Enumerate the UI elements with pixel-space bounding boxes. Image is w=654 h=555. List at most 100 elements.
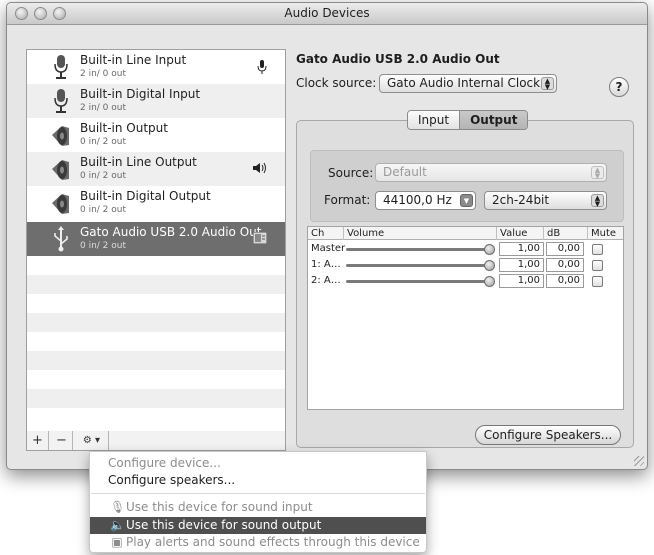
column-header-value[interactable]: Value bbox=[497, 227, 544, 240]
device-io: 0 in/ 2 out bbox=[80, 205, 127, 215]
mute-checkbox[interactable] bbox=[592, 276, 603, 287]
source-label: Source: bbox=[328, 166, 374, 180]
speaker-icon: 🔈 bbox=[110, 518, 125, 532]
add-device-button[interactable]: + bbox=[27, 431, 49, 450]
device-name: Built-in Digital Output bbox=[80, 189, 211, 203]
clock-source-value: Gato Audio Internal Clock bbox=[387, 76, 541, 90]
device-name: Gato Audio USB 2.0 Audio Out bbox=[80, 225, 262, 239]
db-field[interactable]: 0,00 bbox=[546, 274, 584, 288]
mute-checkbox[interactable] bbox=[592, 244, 603, 255]
value-field[interactable]: 1,00 bbox=[499, 274, 544, 288]
menu-item-label: Use this device for sound output bbox=[126, 518, 322, 532]
speaker-icon bbox=[52, 160, 69, 180]
device-name: Built-in Output bbox=[80, 121, 168, 135]
microphone-icon: 🎙 bbox=[110, 500, 126, 514]
popup-arrows-icon: ▲ ▼ bbox=[541, 77, 554, 91]
list-row-empty bbox=[27, 332, 285, 351]
menu-item-use-for-output[interactable]: 🔈Use this device for sound output bbox=[90, 517, 426, 534]
mic-input-icon bbox=[257, 60, 267, 74]
channel-name: Master bbox=[311, 243, 346, 254]
channel-name: 1: A… bbox=[311, 259, 341, 270]
remove-device-button[interactable]: − bbox=[51, 431, 73, 450]
format-rate-combo[interactable]: 44100,0 Hz ▼ bbox=[375, 191, 476, 210]
device-io: 0 in/ 2 out bbox=[80, 137, 127, 147]
volume-slider-knob[interactable] bbox=[484, 244, 495, 255]
clock-source-popup[interactable]: Gato Audio Internal Clock ▲ ▼ bbox=[379, 74, 557, 93]
table-row: 2: A… 1,00 0,00 bbox=[308, 274, 623, 289]
list-row-empty bbox=[27, 408, 285, 427]
device-io: 2 in/ 0 out bbox=[80, 69, 127, 79]
list-row-empty bbox=[27, 370, 285, 389]
mute-checkbox[interactable] bbox=[592, 260, 603, 271]
clock-source-label: Clock source: bbox=[296, 76, 377, 90]
alert-icon: ▣ bbox=[111, 535, 123, 549]
title-bar[interactable]: Audio Devices bbox=[7, 3, 647, 25]
volume-slider[interactable] bbox=[346, 280, 492, 283]
device-list[interactable]: Built-in Line Input 2 in/ 0 out Built-in… bbox=[26, 49, 286, 437]
column-header-volume[interactable]: Volume bbox=[344, 227, 497, 240]
usb-icon bbox=[54, 226, 68, 252]
value-field[interactable]: 1,00 bbox=[499, 258, 544, 272]
source-popup[interactable]: Default ▲ ▼ bbox=[375, 163, 607, 182]
tab-input[interactable]: Input bbox=[408, 111, 460, 129]
device-row-built-in-digital-input[interactable]: Built-in Digital Input 2 in/ 0 out bbox=[27, 84, 285, 118]
device-name: Built-in Line Output bbox=[80, 155, 197, 169]
device-name: Built-in Line Input bbox=[80, 53, 187, 67]
speaker-icon bbox=[52, 194, 69, 214]
popup-arrows-icon: ▲ ▼ bbox=[591, 194, 604, 208]
menu-separator bbox=[91, 493, 425, 494]
value-field[interactable]: 1,00 bbox=[499, 242, 544, 256]
menu-item-label: Play alerts and sound effects through th… bbox=[126, 535, 420, 549]
volume-slider[interactable] bbox=[346, 264, 492, 267]
table-header: Ch Volume Value dB Mute bbox=[308, 227, 623, 240]
window-title: Audio Devices bbox=[284, 6, 370, 20]
device-row-built-in-output[interactable]: Built-in Output 0 in/ 2 out bbox=[27, 118, 285, 152]
source-value: Default bbox=[383, 165, 427, 179]
microphone-icon bbox=[54, 55, 68, 79]
channel-volume-table: Ch Volume Value dB Mute Master 1,00 0,00… bbox=[307, 226, 624, 410]
device-row-built-in-line-output[interactable]: Built-in Line Output 0 in/ 2 out bbox=[27, 152, 285, 186]
configure-speakers-button[interactable]: Configure Speakers... bbox=[475, 425, 621, 445]
menu-item-label: Use this device for sound input bbox=[126, 500, 313, 514]
device-io: 2 in/ 0 out bbox=[80, 103, 127, 113]
tab-output[interactable]: Output bbox=[459, 111, 528, 129]
menu-item-configure-speakers[interactable]: Configure speakers... bbox=[90, 472, 426, 489]
device-io: 0 in/ 2 out bbox=[80, 171, 127, 181]
resize-grip[interactable] bbox=[634, 456, 644, 466]
channel-name: 2: A… bbox=[311, 275, 341, 286]
format-group bbox=[310, 150, 624, 222]
menu-item-use-for-input[interactable]: 🎙Use this device for sound input bbox=[90, 499, 426, 516]
input-output-tabs[interactable]: Input Output bbox=[407, 110, 529, 130]
column-header-ch[interactable]: Ch bbox=[308, 227, 344, 240]
device-io: 0 in/ 2 out bbox=[80, 241, 127, 251]
popup-arrows-icon: ▲ ▼ bbox=[591, 166, 604, 180]
column-header-mute[interactable]: Mute bbox=[588, 227, 623, 240]
menu-item-configure-device[interactable]: Configure device... bbox=[90, 455, 426, 472]
list-row-empty bbox=[27, 389, 285, 408]
device-action-menu: Configure device... Configure speakers..… bbox=[89, 451, 427, 553]
help-button[interactable]: ? bbox=[609, 77, 629, 97]
list-row-empty bbox=[27, 294, 285, 313]
table-row: Master 1,00 0,00 bbox=[308, 242, 623, 257]
db-field[interactable]: 0,00 bbox=[546, 242, 584, 256]
action-menu-button[interactable]: ⚙ ▾ bbox=[75, 431, 109, 450]
device-row-built-in-digital-output[interactable]: Built-in Digital Output 0 in/ 2 out bbox=[27, 186, 285, 220]
volume-slider[interactable] bbox=[346, 248, 492, 251]
chevron-down-icon: ▼ bbox=[460, 194, 473, 207]
table-row: 1: A… 1,00 0,00 bbox=[308, 258, 623, 273]
device-row-gato-audio-usb[interactable]: Gato Audio USB 2.0 Audio Out 0 in/ 2 out bbox=[27, 222, 285, 256]
db-field[interactable]: 0,00 bbox=[546, 258, 584, 272]
selected-device-title: Gato Audio USB 2.0 Audio Out bbox=[296, 52, 500, 66]
format-rate-value: 44100,0 Hz bbox=[383, 193, 452, 207]
volume-slider-knob[interactable] bbox=[484, 260, 495, 271]
format-bits-popup[interactable]: 2ch-24bit ▲ ▼ bbox=[484, 191, 607, 210]
device-row-built-in-line-input[interactable]: Built-in Line Input 2 in/ 0 out bbox=[27, 50, 285, 84]
format-label: Format: bbox=[324, 193, 371, 207]
column-header-db[interactable]: dB bbox=[544, 227, 588, 240]
list-row-empty bbox=[27, 256, 285, 275]
device-list-toolbar: + − ⚙ ▾ bbox=[26, 431, 286, 451]
speaker-output-icon bbox=[253, 162, 266, 174]
menu-item-play-alerts[interactable]: ▣ Play alerts and sound effects through t… bbox=[90, 534, 426, 551]
list-row-empty bbox=[27, 351, 285, 370]
volume-slider-knob[interactable] bbox=[484, 276, 495, 287]
